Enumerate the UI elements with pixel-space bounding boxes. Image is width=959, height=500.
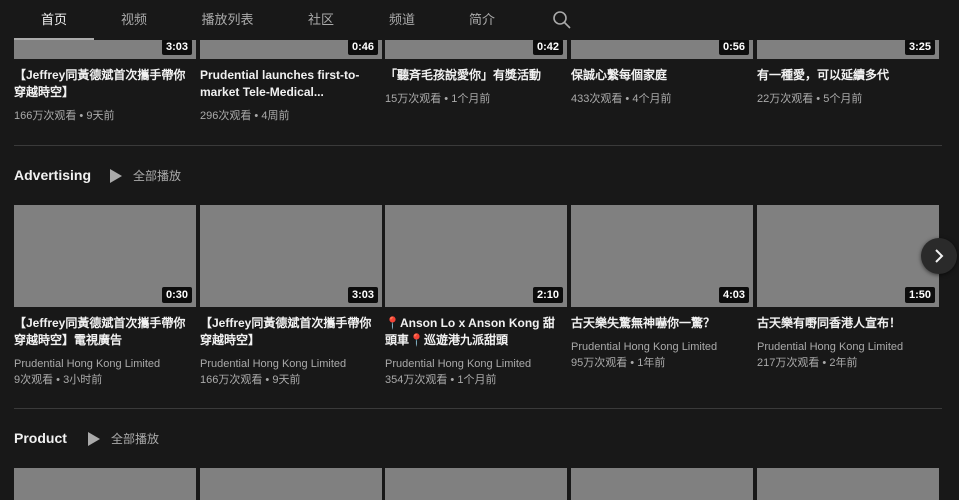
channel-name[interactable]: Prudential Hong Kong Limited (571, 339, 717, 355)
channel-name[interactable]: Prudential Hong Kong Limited (14, 356, 160, 372)
shelf-next-button[interactable] (921, 238, 957, 274)
video-thumbnail[interactable] (200, 468, 382, 500)
video-title[interactable]: 古天樂失驚無神嚇你一驚？ (571, 315, 747, 332)
play-icon (110, 169, 122, 183)
duration-badge: 3:25 (904, 39, 935, 55)
channel-name[interactable]: Prudential Hong Kong Limited (385, 356, 531, 372)
play-all-label: 全部播放 (133, 169, 182, 183)
duration-badge: 0:46 (347, 39, 378, 55)
view-count: 95万次观看 (571, 357, 628, 369)
chevron-right-icon (935, 249, 944, 263)
upload-age: 4周前 (261, 110, 290, 122)
video-thumbnail[interactable]: 3:03 (14, 39, 196, 59)
view-count: 15万次观看 (385, 93, 442, 105)
video-meta: 433次观看 • 4个月前 (571, 93, 672, 105)
duration-badge: 0:56 (718, 39, 749, 55)
view-count: 22万次观看 (757, 93, 814, 105)
section-divider (14, 408, 942, 409)
video-meta: 166万次观看 • 9天前 (200, 374, 301, 386)
video-thumbnail[interactable] (757, 468, 939, 500)
upload-age: 1个月前 (457, 374, 497, 386)
video-meta: 217万次观看 • 2年前 (757, 357, 858, 369)
channel-tab-bar: 首页 视频 播放列表 社区 频道 简介 (0, 0, 959, 40)
view-count: 9次观看 (14, 374, 54, 386)
shelf-title-advertising[interactable]: Advertising (14, 167, 91, 183)
tab-videos[interactable]: 视频 (105, 0, 163, 38)
upload-age: 2年前 (829, 357, 858, 369)
video-meta: 166万次观看 • 9天前 (14, 110, 115, 122)
tab-community[interactable]: 社区 (292, 0, 350, 38)
video-meta: 22万次观看 • 5个月前 (757, 93, 863, 105)
video-thumbnail[interactable]: 4:03 (571, 205, 753, 307)
section-divider (14, 145, 942, 146)
video-title[interactable]: 📍Anson Lo x Anson Kong 甜頭車📍巡遊港九派甜頭 (385, 315, 561, 349)
video-thumbnail[interactable]: 1:50 (757, 205, 939, 307)
play-icon (88, 432, 100, 446)
channel-name[interactable]: Prudential Hong Kong Limited (200, 356, 346, 372)
play-all-label: 全部播放 (111, 432, 160, 446)
video-title[interactable]: 保誠心繫每個家庭 (571, 67, 747, 84)
upload-age: 3小时前 (63, 374, 103, 386)
duration-badge: 3:03 (347, 287, 378, 303)
shelf-title-product[interactable]: Product (14, 430, 67, 446)
video-title[interactable]: 【Jeffrey同黃德斌首次攜手帶你穿越時空】 (200, 315, 376, 349)
video-thumbnail[interactable]: 0:46 (200, 39, 382, 59)
duration-badge: 2:10 (532, 287, 563, 303)
video-thumbnail[interactable]: 0:42 (385, 39, 567, 59)
upload-age: 5个月前 (823, 93, 863, 105)
duration-badge: 3:03 (161, 39, 192, 55)
upload-age: 4个月前 (632, 93, 672, 105)
duration-badge: 0:42 (532, 39, 563, 55)
video-thumbnail[interactable] (385, 468, 567, 500)
tab-about[interactable]: 简介 (453, 0, 511, 38)
video-title[interactable]: 「聽斉毛孩說愛你」有獎活動 (385, 67, 561, 84)
view-count: 354万次观看 (385, 374, 448, 386)
video-thumbnail[interactable]: 2:10 (385, 205, 567, 307)
video-meta: 354万次观看 • 1个月前 (385, 374, 497, 386)
tab-playlists[interactable]: 播放列表 (190, 0, 265, 38)
video-thumbnail[interactable]: 3:03 (200, 205, 382, 307)
view-count: 296次观看 (200, 110, 252, 122)
duration-badge: 0:30 (161, 287, 192, 303)
video-meta: 95万次观看 • 1年前 (571, 357, 666, 369)
duration-badge: 1:50 (904, 287, 935, 303)
duration-badge: 4:03 (718, 287, 749, 303)
video-thumbnail[interactable] (14, 468, 196, 500)
video-thumbnail[interactable]: 0:56 (571, 39, 753, 59)
video-title[interactable]: 古天樂有嘢同香港人宣布！ (757, 315, 933, 332)
search-icon[interactable] (551, 9, 573, 31)
channel-name[interactable]: Prudential Hong Kong Limited (757, 339, 903, 355)
play-all-button[interactable]: 全部播放 (88, 429, 178, 449)
video-thumbnail[interactable]: 3:25 (757, 39, 939, 59)
video-title[interactable]: 【Jeffrey同黃德斌首次攜手帶你穿越時空】電視廣告 (14, 315, 190, 349)
view-count: 217万次观看 (757, 357, 820, 369)
video-meta: 15万次观看 • 1个月前 (385, 93, 491, 105)
view-count: 433次观看 (571, 93, 623, 105)
video-thumbnail[interactable]: 0:30 (14, 205, 196, 307)
video-title[interactable]: Prudential launches first-to-market Tele… (200, 67, 376, 101)
play-all-button[interactable]: 全部播放 (110, 166, 200, 186)
video-meta: 296次观看 • 4周前 (200, 110, 290, 122)
upload-age: 9天前 (86, 110, 115, 122)
video-meta: 9次观看 • 3小时前 (14, 374, 103, 386)
video-thumbnail[interactable] (571, 468, 753, 500)
upload-age: 9天前 (272, 374, 301, 386)
upload-age: 1年前 (637, 357, 666, 369)
view-count: 166万次观看 (14, 110, 77, 122)
upload-age: 1个月前 (451, 93, 491, 105)
video-title[interactable]: 有一種愛，可以延續多代 (757, 67, 933, 84)
view-count: 166万次观看 (200, 374, 263, 386)
tab-home[interactable]: 首页 (14, 0, 94, 40)
tab-channels[interactable]: 频道 (373, 0, 431, 38)
video-title[interactable]: 【Jeffrey同黃德斌首次攜手帶你穿越時空】 (14, 67, 190, 101)
